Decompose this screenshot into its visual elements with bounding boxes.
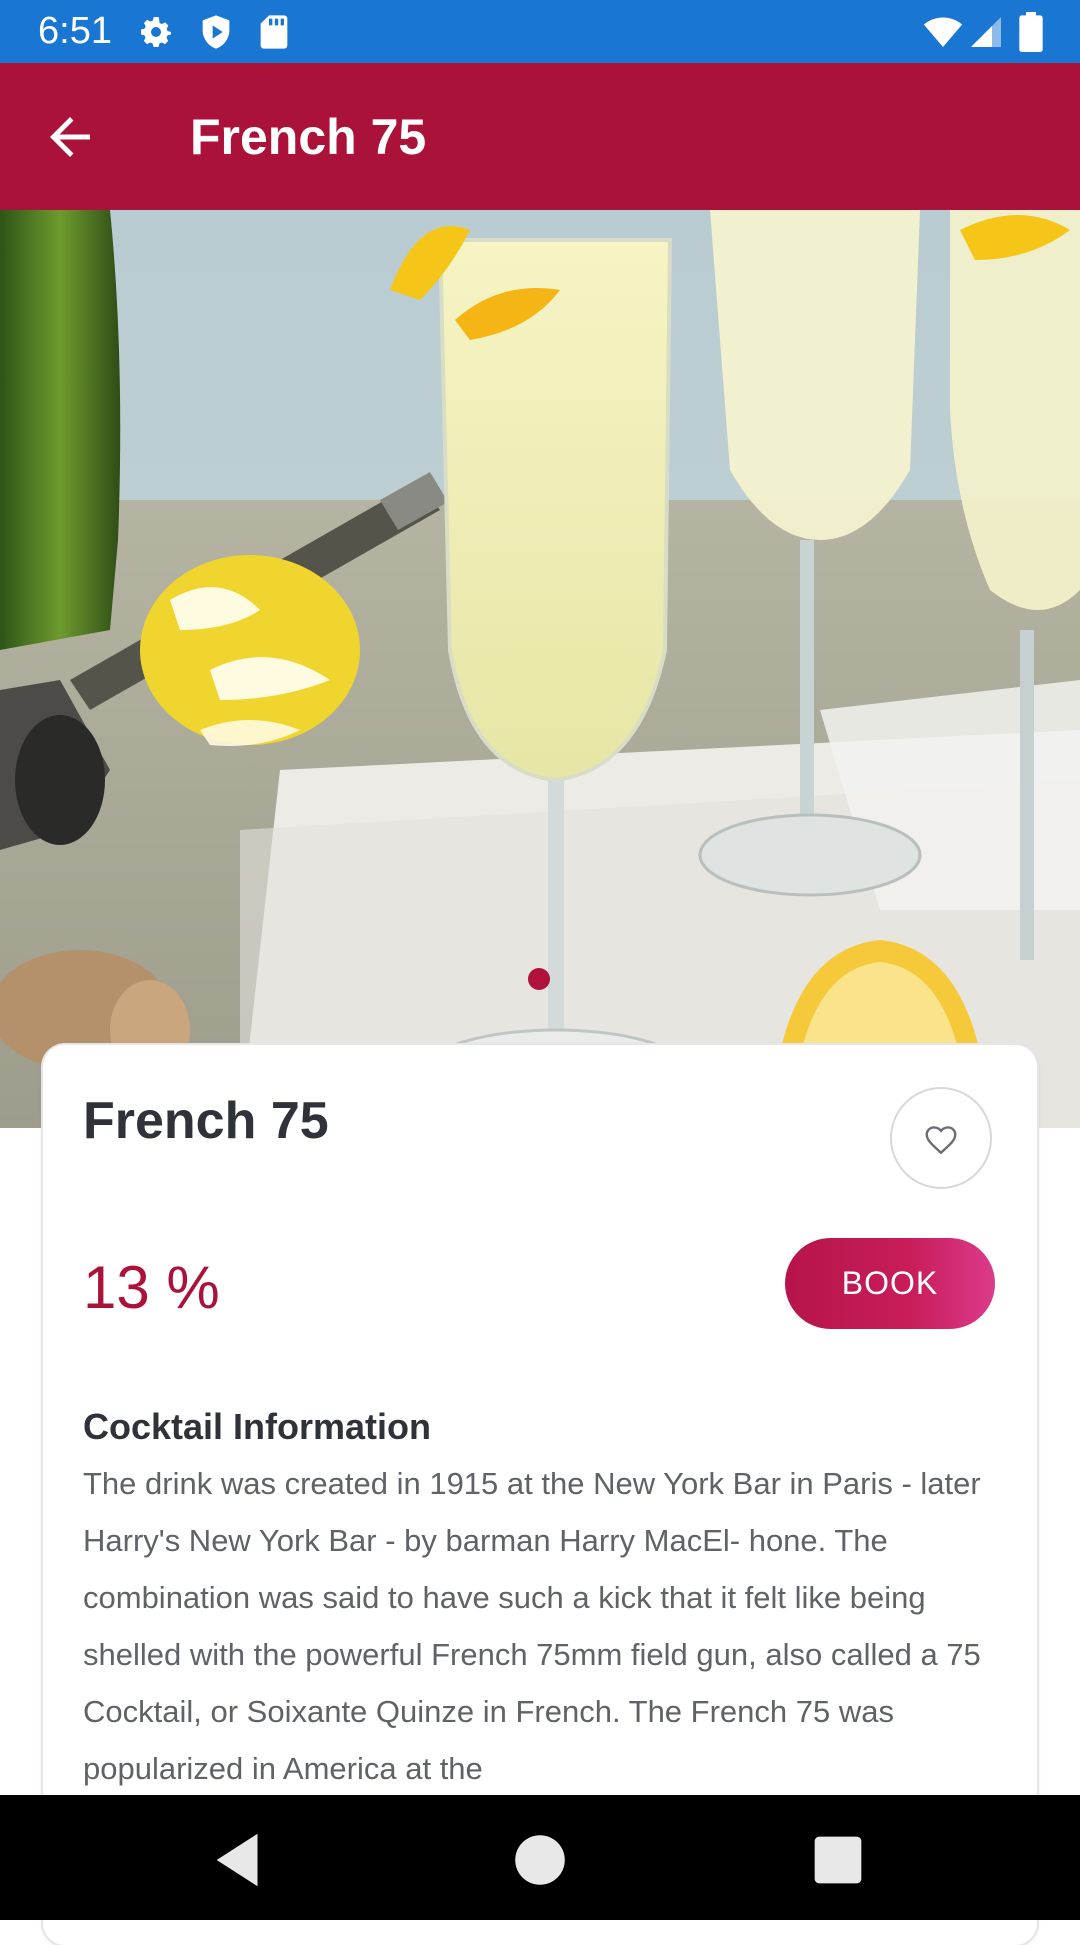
- sd-card-icon: [260, 15, 288, 49]
- status-bar: 6:51: [0, 0, 1080, 63]
- page-title: French 75: [190, 109, 427, 165]
- battery-icon: [1019, 12, 1043, 52]
- navigation-bar: [0, 1795, 1080, 1920]
- book-button[interactable]: BOOK: [785, 1238, 995, 1329]
- cocktail-name: French 75: [83, 1092, 329, 1150]
- wifi-icon: [923, 17, 963, 47]
- alcohol-percentage: 13 %: [83, 1254, 220, 1321]
- favorite-button[interactable]: [890, 1087, 992, 1189]
- cocktail-description: The drink was created in 1915 at the New…: [83, 1466, 981, 1786]
- app-bar: French 75: [0, 63, 1080, 210]
- hero-image[interactable]: [0, 210, 1080, 1128]
- signal-icon: [971, 17, 1001, 47]
- arrow-left-icon[interactable]: [40, 107, 100, 167]
- cocktail-photo: [0, 210, 1080, 1128]
- carousel-indicator-dot[interactable]: [528, 968, 550, 990]
- gear-icon: [141, 17, 171, 48]
- home-circle-icon[interactable]: [505, 1825, 575, 1895]
- shield-play-icon: [202, 15, 230, 49]
- section-title: Cocktail Information: [83, 1406, 432, 1447]
- status-time: 6:51: [38, 10, 112, 52]
- recents-square-icon[interactable]: [803, 1825, 873, 1895]
- heart-outline-icon: [925, 1126, 957, 1155]
- back-triangle-icon[interactable]: [205, 1825, 275, 1895]
